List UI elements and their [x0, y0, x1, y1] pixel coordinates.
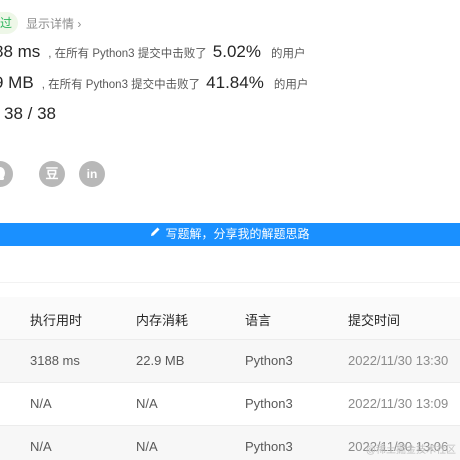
divider [0, 282, 460, 283]
table-row[interactable]: 3188 ms 22.9 MB Python3 2022/11/30 13:30 [0, 340, 460, 383]
runtime-percent: 5.02% [212, 42, 261, 61]
write-solution-label: 写题解，分享我的解题思路 [165, 227, 310, 241]
result-status-row: 过 显示详情 › [0, 11, 81, 35]
memory-row: 9 MB , 在所有 Python3 提交中击败了 41.84% 的用户 [0, 73, 308, 103]
submissions-table: 执行用时 内存消耗 语言 提交时间 3188 ms 22.9 MB Python… [0, 297, 460, 460]
row-runtime: 3188 ms [30, 353, 80, 368]
submission-result-page: 过 显示详情 › 88 ms , 在所有 Python3 提交中击败了 5.02… [0, 0, 460, 460]
table-row[interactable]: N/A N/A Python3 2022/11/30 13:09 [0, 383, 460, 426]
runtime-text: , 在所有 Python3 提交中击败了 [48, 48, 207, 60]
douban-icon[interactable]: 豆 [39, 161, 65, 187]
runtime-value: 88 ms [0, 42, 41, 61]
table-header: 执行用时 内存消耗 语言 提交时间 [0, 297, 460, 340]
watermark: @稀土掘金技术社区 [365, 445, 456, 456]
runtime-suffix: 的用户 [270, 48, 306, 60]
row-memory: 22.9 MB [136, 353, 185, 368]
runtime-row: 88 ms , 在所有 Python3 提交中击败了 5.02% 的用户 [0, 42, 305, 72]
show-details-link[interactable]: 显示详情 › [26, 15, 81, 32]
header-submit-time: 提交时间 [348, 313, 401, 328]
linkedin-icon[interactable]: in [79, 161, 105, 187]
row-submit-time: 2022/11/30 13:30 [348, 353, 449, 368]
row-language: Python3 [245, 353, 293, 368]
memory-text: , 在所有 Python3 提交中击败了 [41, 79, 201, 91]
row-language: Python3 [245, 439, 293, 454]
row-language: Python3 [245, 396, 293, 411]
memory-value: 9 MB [0, 73, 34, 92]
header-memory: 内存消耗 [136, 313, 189, 328]
pencil-icon [150, 223, 161, 246]
memory-suffix: 的用户 [273, 79, 309, 91]
row-runtime: N/A [30, 396, 52, 411]
qq-glyph [0, 167, 5, 180]
memory-percent: 41.84% [206, 73, 264, 92]
row-submit-time: 2022/11/30 13:09 [348, 396, 449, 411]
status-badge: 过 [0, 12, 19, 34]
row-runtime: N/A [30, 439, 52, 454]
qq-icon[interactable] [0, 161, 13, 187]
row-memory: N/A [136, 439, 158, 454]
header-runtime: 执行用时 [30, 313, 83, 328]
tests-passed: 38 / 38 [4, 104, 56, 123]
row-memory: N/A [136, 396, 158, 411]
header-language: 语言 [245, 313, 272, 328]
write-solution-button[interactable]: 写题解，分享我的解题思路 [0, 223, 460, 246]
